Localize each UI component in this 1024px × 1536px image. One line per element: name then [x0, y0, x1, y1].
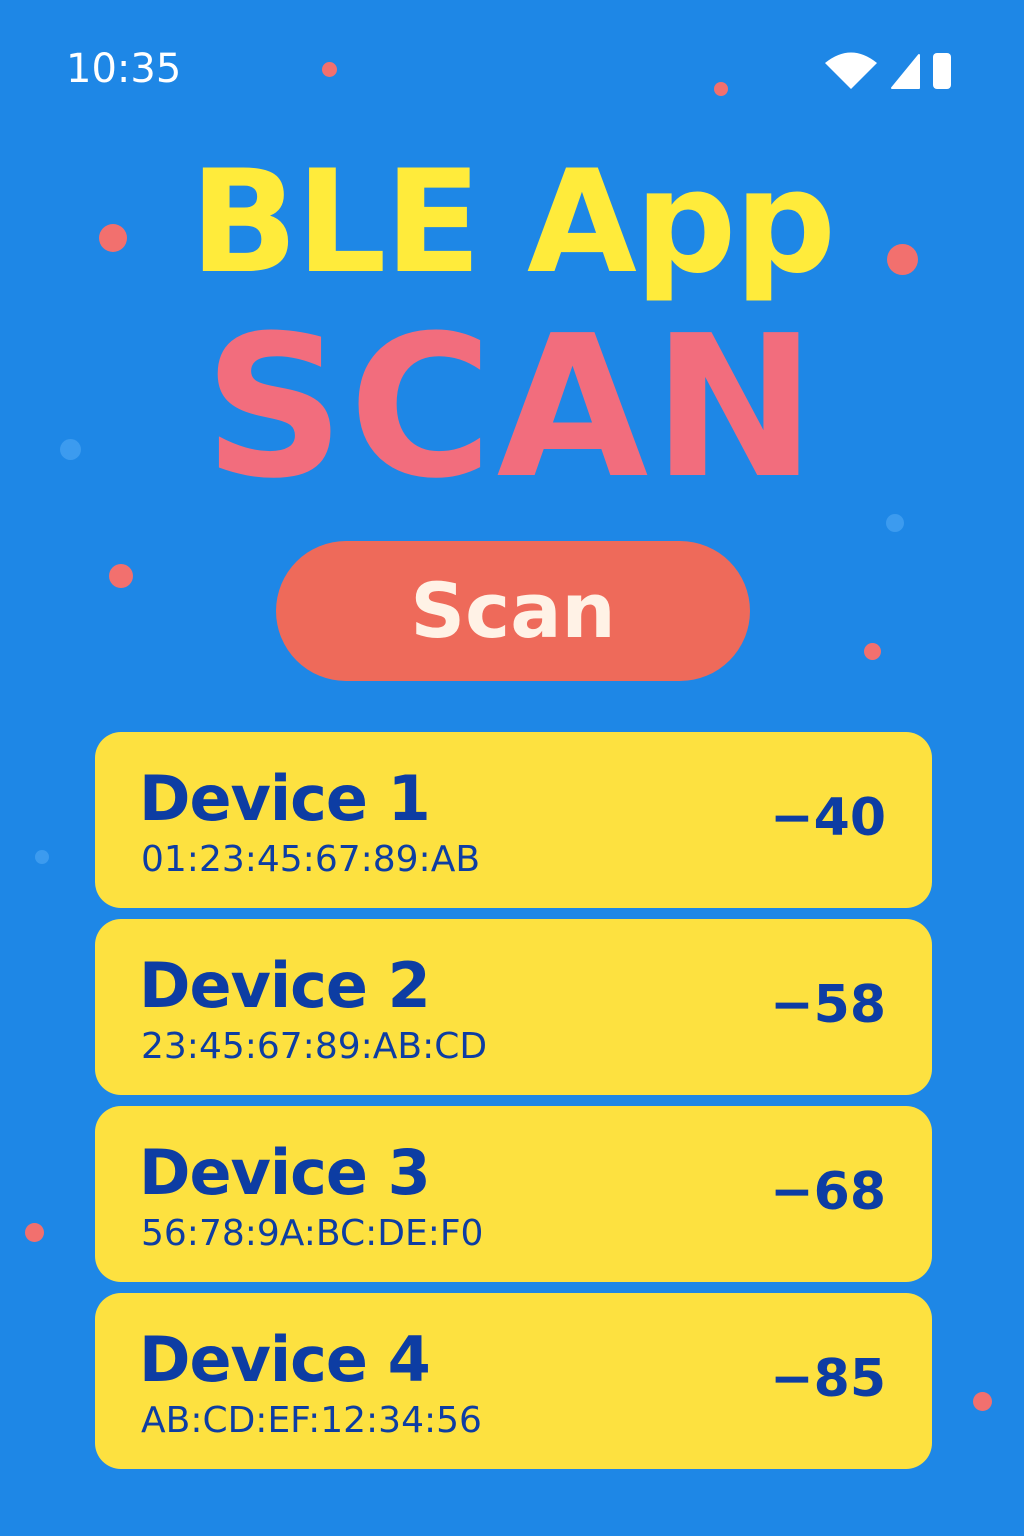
device-rssi: −40	[770, 788, 886, 848]
device-name: Device 4	[139, 1323, 431, 1396]
battery-icon	[932, 52, 952, 90]
decorative-dot	[35, 850, 49, 864]
decorative-dot	[886, 514, 904, 532]
decorative-dot	[322, 62, 337, 77]
decorative-dot	[714, 82, 728, 96]
app-screen: 10:35 BLE App SCAN Scan Device 1 01:23:4…	[0, 0, 1024, 1536]
device-list-item[interactable]: Device 4 AB:CD:EF:12:34:56 −85	[95, 1293, 932, 1469]
decorative-dot	[25, 1223, 44, 1242]
device-address: 23:45:67:89:AB:CD	[141, 1026, 488, 1067]
scan-button[interactable]: Scan	[276, 541, 750, 681]
status-time: 10:35	[66, 46, 182, 92]
scan-button-label: Scan	[410, 566, 616, 655]
cellular-signal-icon	[890, 53, 920, 89]
device-list-item[interactable]: Device 3 56:78:9A:BC:DE:F0 −68	[95, 1106, 932, 1282]
device-name: Device 3	[139, 1136, 431, 1209]
device-list-item[interactable]: Device 1 01:23:45:67:89:AB −40	[95, 732, 932, 908]
device-list: Device 1 01:23:45:67:89:AB −40 Device 2 …	[95, 732, 932, 1480]
device-rssi: −68	[770, 1162, 886, 1222]
wifi-icon	[824, 52, 878, 90]
device-address: 01:23:45:67:89:AB	[141, 839, 481, 880]
device-name: Device 2	[139, 949, 431, 1022]
decorative-dot	[973, 1392, 992, 1411]
app-title: BLE App	[189, 140, 836, 305]
device-rssi: −58	[770, 975, 886, 1035]
status-icons	[824, 52, 952, 90]
device-list-item[interactable]: Device 2 23:45:67:89:AB:CD −58	[95, 919, 932, 1095]
decorative-dot	[109, 564, 133, 588]
device-name: Device 1	[139, 762, 431, 835]
device-address: 56:78:9A:BC:DE:F0	[141, 1213, 484, 1254]
device-address: AB:CD:EF:12:34:56	[141, 1400, 482, 1441]
device-rssi: −85	[770, 1349, 886, 1409]
scan-heading: SCAN	[203, 294, 821, 522]
decorative-dot	[864, 643, 881, 660]
